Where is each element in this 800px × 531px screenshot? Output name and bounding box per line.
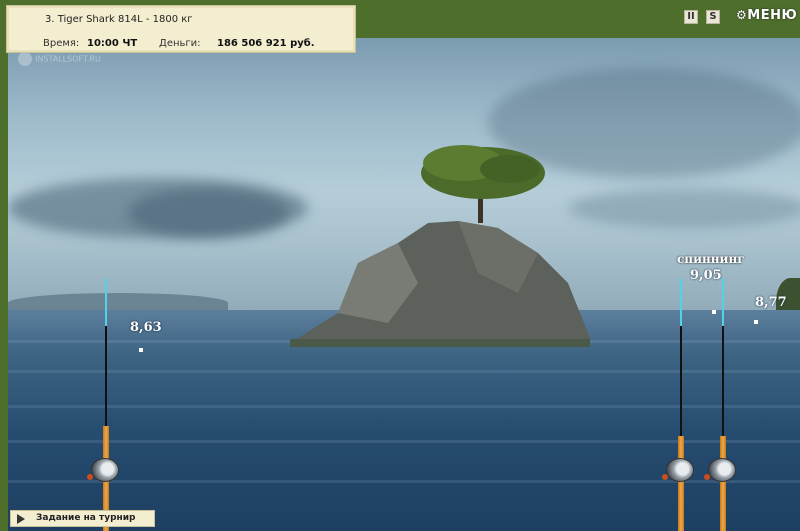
pause-button[interactable]: II [684,10,698,24]
money-value: 186 506 921 руб. [217,38,315,49]
float-marker [712,310,716,314]
rock-island [290,145,590,347]
tournament-task-label: Задание на турнир [36,513,136,523]
reel-icon [708,458,736,482]
rod-1-distance: 8,63 [130,320,162,335]
tournament-title: 3. Tiger Shark 814L - 1800 кг [45,14,193,25]
time-value: 10:00 ЧТ [87,38,138,49]
time-label: Время: [43,38,80,49]
cloud [128,188,288,238]
status-panel: 3. Tiger Shark 814L - 1800 кг Время: 10:… [6,5,356,53]
rod-3-distance: 8,77 [755,295,787,310]
watermark: INSTALLSOFT.RU [18,52,101,66]
rod-2-distance: 9,05 [690,268,722,283]
float-marker [139,348,143,352]
reel-icon [91,458,119,482]
watermark-logo-icon [18,52,32,66]
sound-button[interactable]: S [706,10,720,24]
money-label: Деньги: [159,38,201,49]
reel-icon [666,458,694,482]
menu-button[interactable]: ⚙МЕНЮ [736,8,797,23]
arrow-right-icon [17,514,25,524]
rod-2-type-label: спиннинг [677,252,745,266]
gear-icon: ⚙ [736,8,748,22]
float-marker [754,320,758,324]
tournament-task-button[interactable]: Задание на турнир [10,510,155,527]
